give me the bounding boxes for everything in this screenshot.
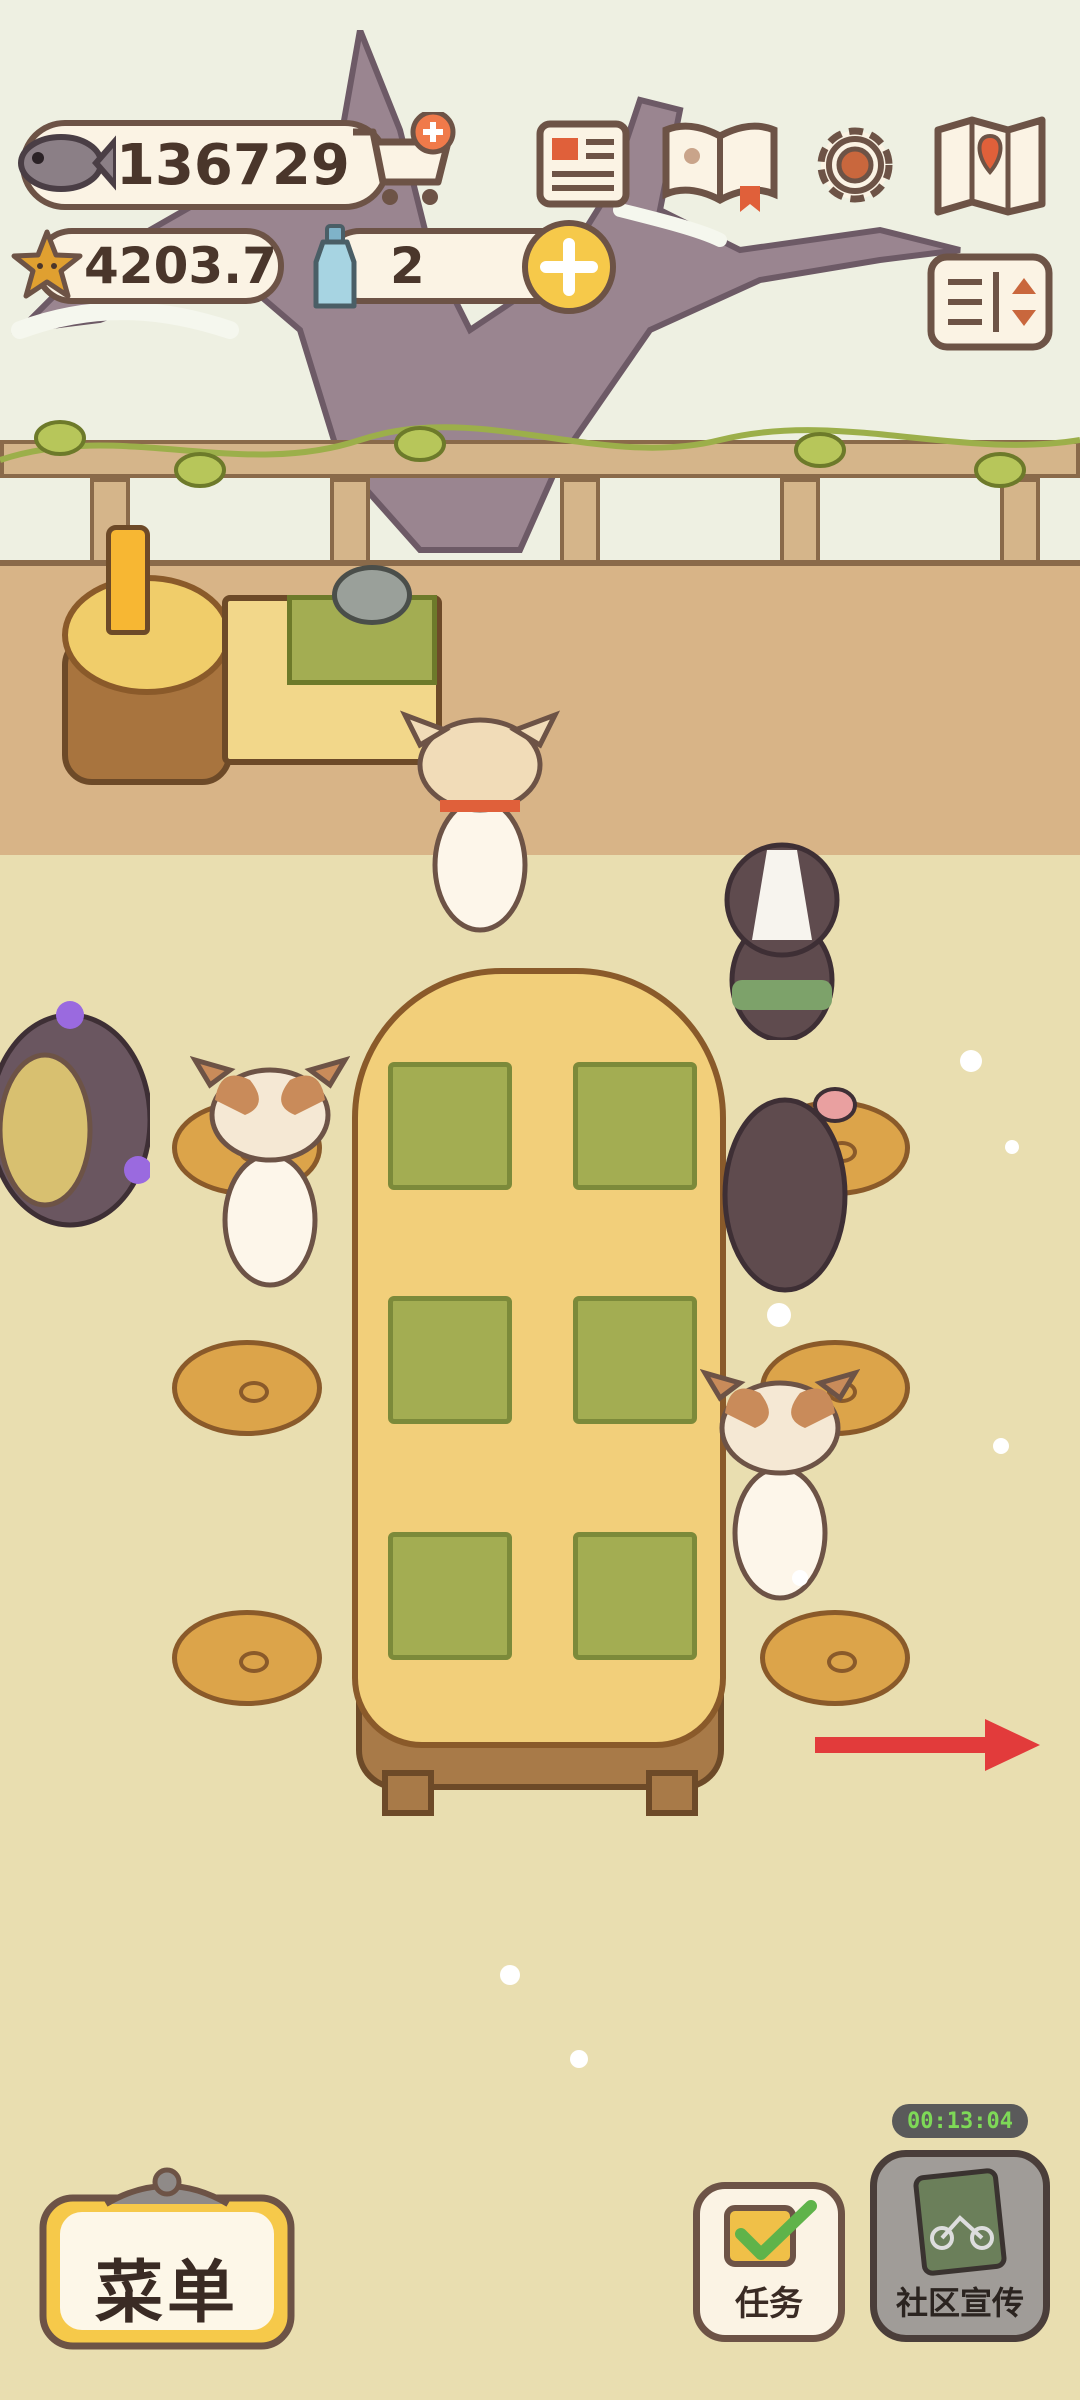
table-leg bbox=[646, 1770, 698, 1816]
table-mat[interactable] bbox=[388, 1062, 512, 1190]
star-icon bbox=[10, 228, 84, 302]
gear-icon bbox=[817, 127, 893, 203]
seat[interactable] bbox=[172, 1610, 322, 1706]
kitchen-counter[interactable] bbox=[62, 525, 442, 805]
seat[interactable] bbox=[760, 1610, 910, 1706]
corgi-character[interactable] bbox=[190, 1055, 350, 1295]
community-promo-button[interactable]: 社区宣传 bbox=[870, 2150, 1050, 2342]
menu-button[interactable]: 菜单 bbox=[38, 2160, 296, 2352]
newspaper-icon bbox=[536, 120, 630, 208]
layout-toggle-icon bbox=[927, 253, 1053, 351]
seat[interactable] bbox=[172, 1340, 322, 1436]
table-leg bbox=[382, 1770, 434, 1816]
shop-cart-icon bbox=[353, 112, 456, 205]
teapot-icon bbox=[332, 565, 412, 625]
star-rating-value: 4203.7 bbox=[84, 237, 277, 295]
table-mat[interactable] bbox=[573, 1062, 697, 1190]
fish-icon bbox=[16, 118, 116, 208]
table-mat[interactable] bbox=[388, 1532, 512, 1660]
table-mat[interactable] bbox=[388, 1296, 512, 1424]
promo-timer-text: 00:13:04 bbox=[907, 2108, 1013, 2134]
snowflake bbox=[570, 2050, 588, 2068]
bottle-count: 2 bbox=[390, 237, 425, 295]
plus-icon bbox=[522, 220, 616, 314]
fish-count: 136729 bbox=[116, 132, 350, 198]
map-button[interactable] bbox=[932, 112, 1048, 216]
corgi-character[interactable] bbox=[700, 1368, 860, 1608]
table-mat[interactable] bbox=[573, 1532, 697, 1660]
recipe-book-button[interactable] bbox=[660, 116, 780, 212]
red-arrow-icon[interactable] bbox=[815, 1715, 1040, 1775]
checklist-icon bbox=[724, 2199, 817, 2267]
chef-dog-character[interactable] bbox=[400, 705, 560, 945]
snowflake bbox=[767, 1303, 791, 1327]
newspaper-button[interactable] bbox=[534, 118, 632, 210]
vine bbox=[0, 420, 1080, 488]
badger-character[interactable] bbox=[712, 840, 852, 1040]
promo-timer: 00:13:04 bbox=[892, 2104, 1028, 2138]
tasks-button[interactable]: 任务 bbox=[693, 2182, 845, 2342]
map-icon bbox=[934, 116, 1046, 216]
layout-toggle-button[interactable] bbox=[926, 252, 1054, 352]
snowflake bbox=[993, 1438, 1009, 1454]
snowflake bbox=[792, 1570, 808, 1586]
flyer-icon bbox=[913, 2168, 1007, 2276]
snowflake bbox=[960, 1050, 982, 1072]
promo-label: 社区宣传 bbox=[895, 2284, 1024, 2322]
menu-label: 菜单 bbox=[94, 2253, 239, 2333]
bottle-icon bbox=[310, 222, 360, 314]
hedgehog-character[interactable] bbox=[0, 1000, 150, 1240]
game-scene bbox=[0, 0, 1080, 2400]
boar-character[interactable] bbox=[705, 1030, 865, 1300]
shop-cart-button[interactable] bbox=[348, 112, 458, 212]
settings-button[interactable] bbox=[808, 118, 902, 212]
add-bottle-button[interactable] bbox=[520, 218, 618, 316]
recipe-book-icon bbox=[662, 122, 778, 212]
oil-bottle-icon bbox=[106, 525, 150, 635]
snowflake bbox=[500, 1965, 520, 1985]
snowflake bbox=[1005, 1140, 1019, 1154]
tasks-label: 任务 bbox=[735, 2283, 803, 2324]
table-mat[interactable] bbox=[573, 1296, 697, 1424]
